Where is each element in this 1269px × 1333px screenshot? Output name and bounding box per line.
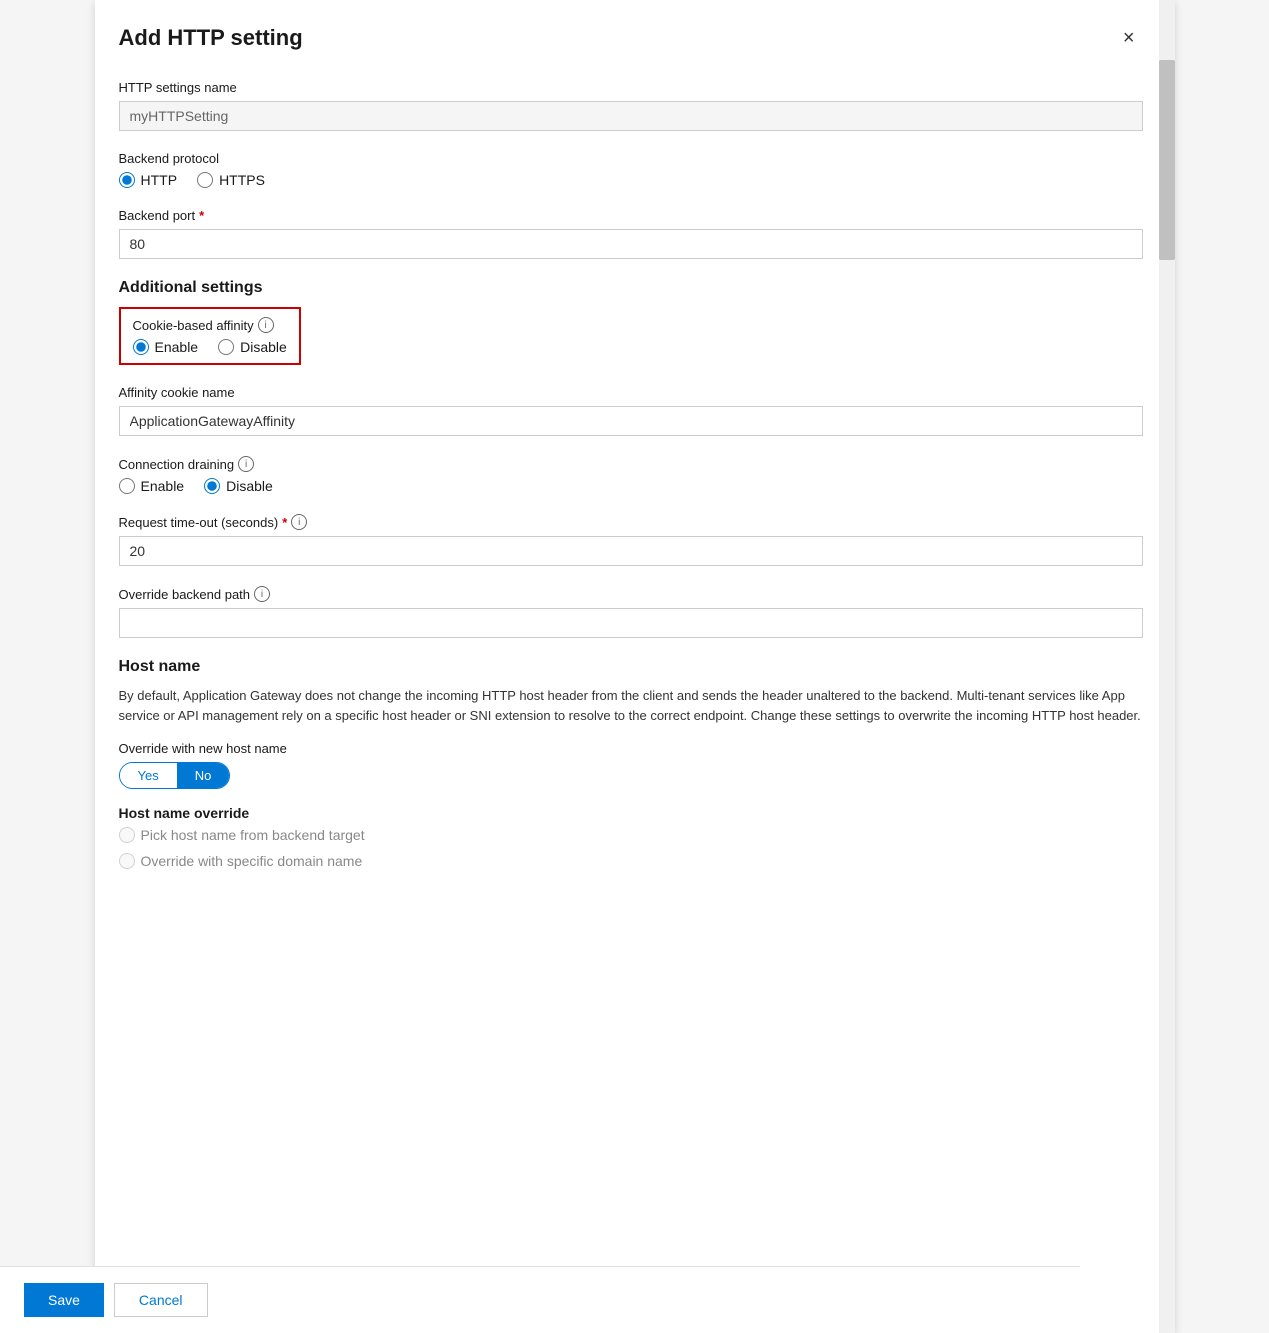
backend-port-label: Backend port * [119,208,1143,223]
request-timeout-required: * [282,515,287,530]
panel-title: Add HTTP setting [119,25,303,51]
override-backend-path-group: Override backend path i [119,586,1143,638]
host-name-section: Host name By default, Application Gatewa… [119,658,1143,869]
additional-settings-title: Additional settings [119,279,1143,297]
http-settings-name-input[interactable] [119,101,1143,131]
override-backend-path-input[interactable] [119,608,1143,638]
override-backend-path-label: Override backend path i [119,586,1143,602]
affinity-box: Cookie-based affinity i Enable Disable [119,307,301,365]
host-name-override-group: Host name override Pick host name from b… [119,805,1143,869]
cookie-affinity-group: Cookie-based affinity i Enable Disable [119,307,1143,369]
backend-protocol-http-radio[interactable] [119,172,135,188]
backend-protocol-https-option[interactable]: HTTPS [197,172,265,188]
affinity-cookie-name-input[interactable] [119,406,1143,436]
connection-draining-disable-radio[interactable] [204,478,220,494]
cookie-affinity-enable-option[interactable]: Enable [133,339,199,355]
override-host-name-label: Override with new host name [119,741,1143,756]
toggle-no-button[interactable]: No [177,763,230,788]
backend-protocol-http-option[interactable]: HTTP [119,172,178,188]
override-host-name-group: Override with new host name Yes No [119,741,1143,789]
connection-draining-group: Connection draining i Enable Disable [119,456,1143,494]
toggle-yes-button[interactable]: Yes [120,763,177,788]
host-name-toggle[interactable]: Yes No [119,762,231,789]
backend-protocol-https-radio[interactable] [197,172,213,188]
additional-settings-section: Additional settings Cookie-based affinit… [119,279,1143,638]
request-timeout-label: Request time-out (seconds) * i [119,514,1143,530]
save-button[interactable]: Save [24,1283,104,1317]
http-settings-name-group: HTTP settings name [119,80,1143,131]
pick-host-from-backend-radio[interactable] [119,827,135,843]
connection-draining-disable-label: Disable [226,478,273,494]
connection-draining-info-icon[interactable]: i [238,456,254,472]
connection-draining-radio-group: Enable Disable [119,478,1143,494]
cookie-affinity-disable-option[interactable]: Disable [218,339,287,355]
affinity-cookie-name-label: Affinity cookie name [119,385,1143,400]
cookie-affinity-label: Cookie-based affinity i [133,317,287,333]
override-specific-domain-option[interactable]: Override with specific domain name [119,853,1143,869]
cookie-affinity-disable-radio[interactable] [218,339,234,355]
request-timeout-info-icon[interactable]: i [291,514,307,530]
connection-draining-disable-option[interactable]: Disable [204,478,273,494]
connection-draining-enable-label: Enable [141,478,185,494]
cookie-affinity-enable-radio[interactable] [133,339,149,355]
host-name-description: By default, Application Gateway does not… [119,686,1143,725]
panel-header: Add HTTP setting × [119,24,1143,52]
cookie-affinity-disable-label: Disable [240,339,287,355]
connection-draining-label: Connection draining i [119,456,1143,472]
request-timeout-input[interactable] [119,536,1143,566]
override-backend-path-info-icon[interactable]: i [254,586,270,602]
backend-protocol-group: Backend protocol HTTP HTTPS [119,151,1143,188]
cookie-affinity-radio-group: Enable Disable [133,339,287,355]
backend-port-input[interactable] [119,229,1143,259]
close-button[interactable]: × [1115,24,1143,52]
affinity-cookie-name-group: Affinity cookie name [119,385,1143,436]
override-specific-domain-label: Override with specific domain name [141,853,363,869]
add-http-setting-panel: Add HTTP setting × HTTP settings name Ba… [95,0,1175,1333]
pick-host-from-backend-label: Pick host name from backend target [141,827,365,843]
backend-port-group: Backend port * [119,208,1143,259]
cookie-affinity-enable-label: Enable [155,339,199,355]
request-timeout-group: Request time-out (seconds) * i [119,514,1143,566]
backend-port-required: * [199,208,204,223]
override-specific-domain-radio[interactable] [119,853,135,869]
cookie-affinity-info-icon[interactable]: i [258,317,274,333]
backend-protocol-http-label: HTTP [141,172,178,188]
scrollbar[interactable] [1159,0,1175,1333]
cancel-button[interactable]: Cancel [114,1283,208,1317]
scrollbar-thumb[interactable] [1159,60,1175,260]
backend-protocol-https-label: HTTPS [219,172,265,188]
pick-host-from-backend-option[interactable]: Pick host name from backend target [119,827,1143,843]
backend-protocol-radio-group: HTTP HTTPS [119,172,1143,188]
host-name-title: Host name [119,658,1143,676]
http-settings-name-label: HTTP settings name [119,80,1143,95]
host-name-override-label: Host name override [119,805,1143,821]
connection-draining-enable-option[interactable]: Enable [119,478,185,494]
host-name-override-options: Pick host name from backend target Overr… [119,827,1143,869]
footer-buttons: Save Cancel [0,1266,1080,1333]
backend-protocol-label: Backend protocol [119,151,1143,166]
connection-draining-enable-radio[interactable] [119,478,135,494]
